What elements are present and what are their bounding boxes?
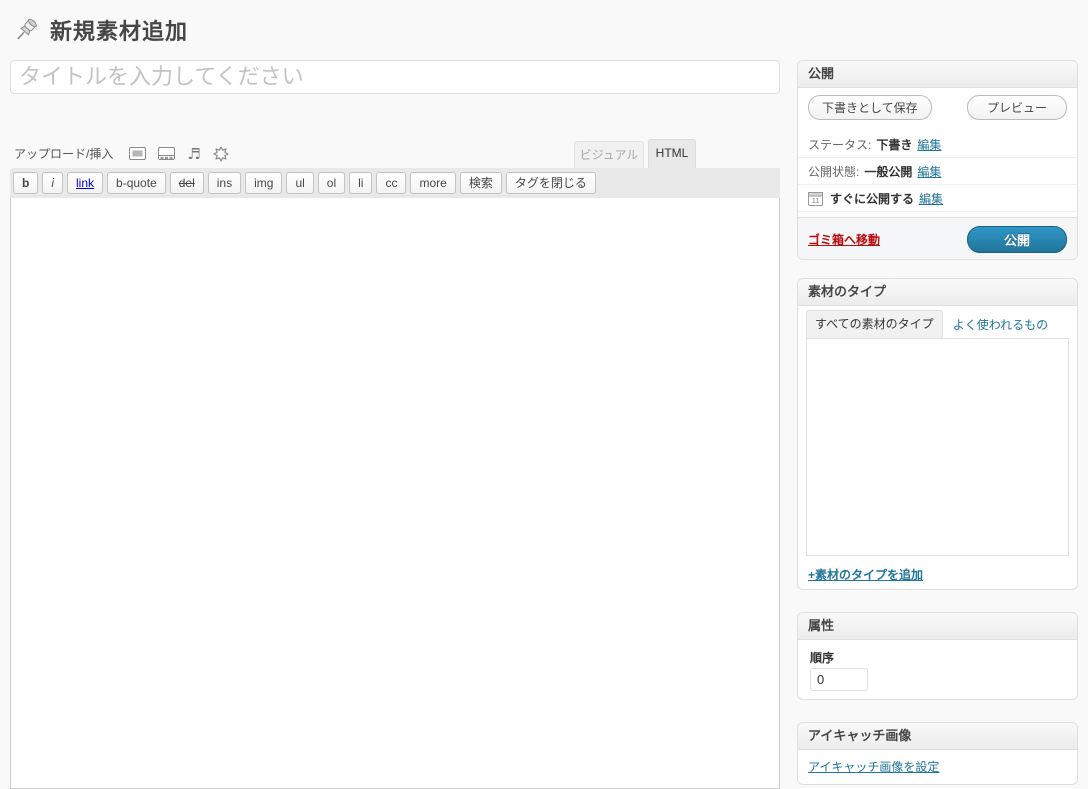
qt-code-button[interactable]: cc <box>376 172 407 194</box>
qt-img-button[interactable]: img <box>245 172 283 194</box>
edit-schedule-link[interactable]: 編集 <box>919 190 943 207</box>
qt-del-button[interactable]: del <box>169 172 204 194</box>
visibility-value: 一般公開 <box>864 164 913 179</box>
qt-italic-button[interactable]: i <box>42 172 64 194</box>
svg-text:11: 11 <box>812 198 819 205</box>
attributes-box-title: 属性 <box>798 613 1077 640</box>
publish-metabox: 公開 下書きとして保存 プレビュー ステータス: 下書き 編集 公開状態: 一般… <box>797 60 1078 260</box>
material-type-tabs: すべての素材のタイプ よく使われるもの <box>806 310 1058 338</box>
tab-html[interactable]: HTML <box>648 139 696 168</box>
material-type-checklist[interactable] <box>806 338 1069 556</box>
status-label: ステータス: <box>808 137 872 152</box>
tab-all-material-types[interactable]: すべての素材のタイプ <box>806 310 943 338</box>
pushpin-icon <box>12 16 40 44</box>
preview-button[interactable]: プレビュー <box>967 95 1067 120</box>
status-value: 下書き <box>876 137 913 152</box>
save-draft-button[interactable]: 下書きとして保存 <box>808 95 932 120</box>
qt-link-button[interactable]: link <box>67 172 104 194</box>
qt-lookup-button[interactable]: 検索 <box>459 172 502 194</box>
material-type-box-title: 素材のタイプ <box>798 279 1077 306</box>
publish-button[interactable]: 公開 <box>967 226 1067 253</box>
editor-mode-tabs: ビジュアル HTML <box>10 139 780 168</box>
page-header: 新規素材追加 <box>12 14 188 46</box>
schedule-row: 11 すぐに公開する 編集 <box>798 185 1077 212</box>
publish-box-title: 公開 <box>798 61 1077 88</box>
qt-bold-button[interactable]: b <box>13 172 39 194</box>
tab-visual[interactable]: ビジュアル <box>574 141 644 168</box>
tab-most-used[interactable]: よく使われるもの <box>943 312 1058 338</box>
edit-status-link[interactable]: 編集 <box>917 136 941 153</box>
publish-major-actions: ゴミ箱へ移動 公開 <box>798 217 1077 259</box>
move-to-trash-link[interactable]: ゴミ箱へ移動 <box>808 231 880 248</box>
visibility-label: 公開状態: <box>808 164 860 179</box>
edit-visibility-link[interactable]: 編集 <box>917 163 941 180</box>
qt-ol-button[interactable]: ol <box>317 172 346 194</box>
status-row: ステータス: 下書き 編集 <box>798 131 1077 158</box>
post-title-input[interactable] <box>10 60 780 94</box>
qt-more-button[interactable]: more <box>410 172 456 194</box>
qt-close-tags-button[interactable]: タグを閉じる <box>505 172 596 194</box>
set-featured-image-link[interactable]: アイキャッチ画像を設定 <box>808 758 939 775</box>
qt-ul-button[interactable]: ul <box>286 172 314 194</box>
order-input[interactable] <box>810 668 868 691</box>
post-content-editor[interactable] <box>10 198 780 789</box>
quicktags-toolbar: b i link b-quote del ins img ul ol li cc… <box>10 168 780 198</box>
publish-minor-actions: 下書きとして保存 プレビュー <box>798 95 1077 121</box>
qt-li-button[interactable]: li <box>349 172 373 194</box>
page-title: 新規素材追加 <box>50 19 189 44</box>
featured-image-metabox: アイキャッチ画像 アイキャッチ画像を設定 <box>797 722 1078 785</box>
order-label: 順序 <box>810 651 835 665</box>
featured-image-box-title: アイキャッチ画像 <box>798 723 1077 750</box>
qt-blockquote-button[interactable]: b-quote <box>107 172 166 194</box>
attributes-metabox: 属性 順序 <box>797 612 1078 700</box>
qt-ins-button[interactable]: ins <box>207 172 242 194</box>
add-material-type-link[interactable]: +素材のタイプを追加 <box>808 566 923 583</box>
material-type-metabox: 素材のタイプ すべての素材のタイプ よく使われるもの +素材のタイプを追加 <box>797 278 1078 590</box>
visibility-row: 公開状態: 一般公開 編集 <box>798 158 1077 185</box>
publish-misc-rows: ステータス: 下書き 編集 公開状態: 一般公開 編集 11 すぐに公開する 編… <box>798 131 1077 212</box>
schedule-value: すぐに公開する <box>830 191 915 206</box>
calendar-icon: 11 <box>808 191 823 206</box>
